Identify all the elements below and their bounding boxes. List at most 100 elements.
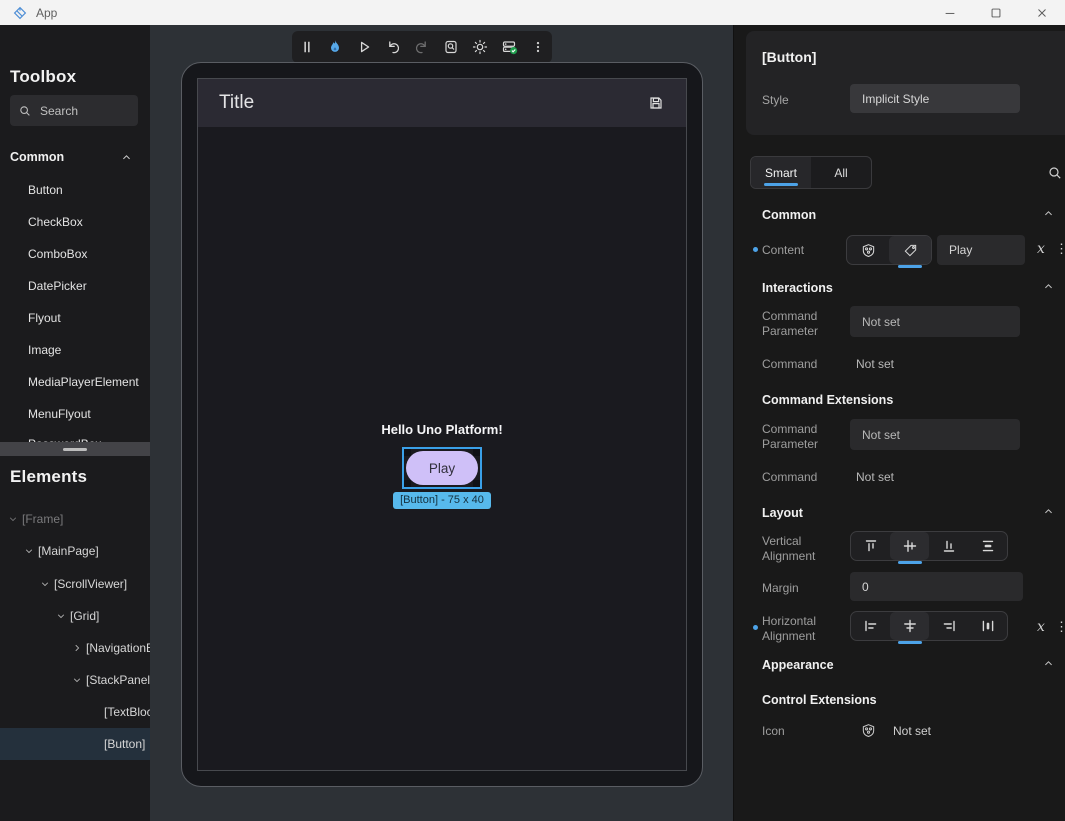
toolbox-search[interactable] [10, 95, 138, 126]
section-interactions: Interactions [762, 281, 833, 295]
server-status-icon[interactable] [501, 39, 518, 55]
app-navigation-bar[interactable]: Title [198, 79, 686, 127]
tree-item-mainpage[interactable]: [MainPage] [0, 535, 150, 567]
command-parameter-input[interactable]: Not set [850, 419, 1020, 450]
save-icon[interactable] [648, 95, 664, 111]
content-label: Content [762, 243, 846, 258]
margin-label: Margin [762, 581, 846, 596]
tag-icon [903, 243, 918, 258]
align-hstretch-button[interactable] [968, 612, 1007, 640]
tree-item-stackpanel[interactable]: [StackPanel] [0, 664, 150, 696]
tab-smart[interactable]: Smart [751, 157, 811, 188]
minimize-button[interactable] [927, 0, 973, 25]
hot-reload-flame-icon[interactable] [327, 39, 343, 55]
splitter-handle-icon [63, 448, 87, 451]
panel-splitter[interactable] [0, 442, 150, 456]
toolbox-item-combobox[interactable]: ComboBox [0, 240, 150, 268]
inspect-element-icon[interactable] [443, 39, 459, 55]
chevron-down-icon[interactable] [8, 514, 18, 524]
canvas-play-button[interactable]: Play [406, 451, 478, 485]
selected-element-title: [Button] [762, 49, 816, 65]
app-logo-icon [12, 5, 28, 21]
chevron-down-icon[interactable] [24, 546, 34, 556]
toolbox-item-button[interactable]: Button [0, 176, 150, 204]
align-hcenter-icon [902, 618, 918, 634]
selection-size-badge: [Button] - 75 x 40 [198, 490, 686, 509]
command-parameter-label: Command Parameter [762, 422, 846, 452]
selection-handle[interactable] [404, 480, 411, 487]
more-options-icon[interactable]: ⋮ [1055, 619, 1065, 635]
close-button[interactable] [1019, 0, 1065, 25]
literal-value-button[interactable] [889, 236, 931, 264]
command-value[interactable]: Not set [856, 357, 894, 371]
align-top-icon [863, 538, 879, 554]
chevron-up-icon[interactable] [1043, 658, 1054, 669]
modified-dot [753, 247, 758, 252]
align-vstretch-icon [980, 538, 996, 554]
undo-icon[interactable] [385, 39, 401, 55]
content-input[interactable]: Play [937, 235, 1025, 265]
more-options-icon[interactable] [531, 39, 545, 55]
toolbox-item-datepicker[interactable]: DatePicker [0, 272, 150, 300]
align-vcenter-button[interactable] [890, 532, 929, 560]
greeting-textblock[interactable]: Hello Uno Platform! [198, 422, 686, 437]
device-screen[interactable]: Title Hello Uno Platform! Play [Button] … [197, 78, 687, 771]
properties-search-icon[interactable] [1047, 165, 1063, 181]
command-label: Command [762, 470, 846, 485]
toolbox-search-input[interactable] [40, 104, 120, 118]
play-icon[interactable] [356, 39, 372, 55]
device-frame: Title Hello Uno Platform! Play [Button] … [181, 62, 703, 787]
command-value[interactable]: Not set [856, 470, 894, 484]
selection-handle[interactable] [404, 449, 411, 456]
tree-item-navigationbar[interactable]: [NavigationE [0, 632, 150, 664]
align-hcenter-button[interactable] [890, 612, 929, 640]
tree-item-scrollviewer[interactable]: [ScrollViewer] [0, 568, 150, 600]
command-label: Command [762, 357, 846, 372]
align-bottom-button[interactable] [929, 532, 968, 560]
style-input[interactable]: Implicit Style [850, 84, 1020, 113]
selected-segment-underline [898, 265, 922, 268]
tree-item-frame[interactable]: [Frame] [0, 503, 150, 535]
resource-binding-button[interactable] [847, 236, 889, 264]
chevron-up-icon[interactable] [1043, 208, 1054, 219]
toolbox-item-menuflyout[interactable]: MenuFlyout [0, 400, 150, 428]
chevron-down-icon[interactable] [40, 579, 50, 589]
xaml-markup-icon[interactable]: x [1037, 619, 1045, 635]
align-left-button[interactable] [851, 612, 890, 640]
drag-handle-icon[interactable] [300, 39, 314, 55]
tree-item-button-selected[interactable]: [Button] [0, 728, 150, 760]
margin-input[interactable]: 0 [850, 572, 1023, 601]
chevron-up-icon[interactable] [1043, 506, 1054, 517]
align-top-button[interactable] [851, 532, 890, 560]
chevron-down-icon[interactable] [56, 611, 66, 621]
toolbox-item-flyout[interactable]: Flyout [0, 304, 150, 332]
toolbox-item-mediaplayerelement[interactable]: MediaPlayerElement [0, 368, 150, 396]
search-icon [18, 104, 32, 118]
redo-icon[interactable] [414, 39, 430, 55]
chevron-down-icon[interactable] [72, 675, 82, 685]
tree-item-grid[interactable]: [Grid] [0, 600, 150, 632]
theme-sun-icon[interactable] [472, 39, 488, 55]
maximize-button[interactable] [973, 0, 1019, 25]
resource-shield-icon[interactable] [861, 723, 876, 738]
align-vstretch-button[interactable] [968, 532, 1007, 560]
align-bottom-icon [941, 538, 957, 554]
toolbox-item-image[interactable]: Image [0, 336, 150, 364]
chevron-up-icon[interactable] [121, 152, 132, 163]
align-right-icon [941, 618, 957, 634]
design-canvas[interactable]: Title Hello Uno Platform! Play [Button] … [150, 25, 733, 821]
xaml-markup-icon[interactable]: x [1037, 241, 1045, 257]
content-mode-toggle [846, 235, 932, 265]
toolbox-group-common[interactable]: Common [0, 144, 150, 170]
chevron-right-icon[interactable] [72, 643, 82, 653]
chevron-up-icon[interactable] [1043, 281, 1054, 292]
toolbox-item-checkbox[interactable]: CheckBox [0, 208, 150, 236]
tree-item-textblock[interactable]: [TextBloc [0, 696, 150, 728]
tab-all[interactable]: All [811, 157, 871, 188]
command-parameter-input[interactable]: Not set [850, 306, 1020, 337]
selection-handle[interactable] [473, 480, 480, 487]
align-right-button[interactable] [929, 612, 968, 640]
icon-value[interactable]: Not set [893, 724, 931, 738]
selection-handle[interactable] [473, 449, 480, 456]
more-options-icon[interactable]: ⋮ [1055, 241, 1065, 257]
